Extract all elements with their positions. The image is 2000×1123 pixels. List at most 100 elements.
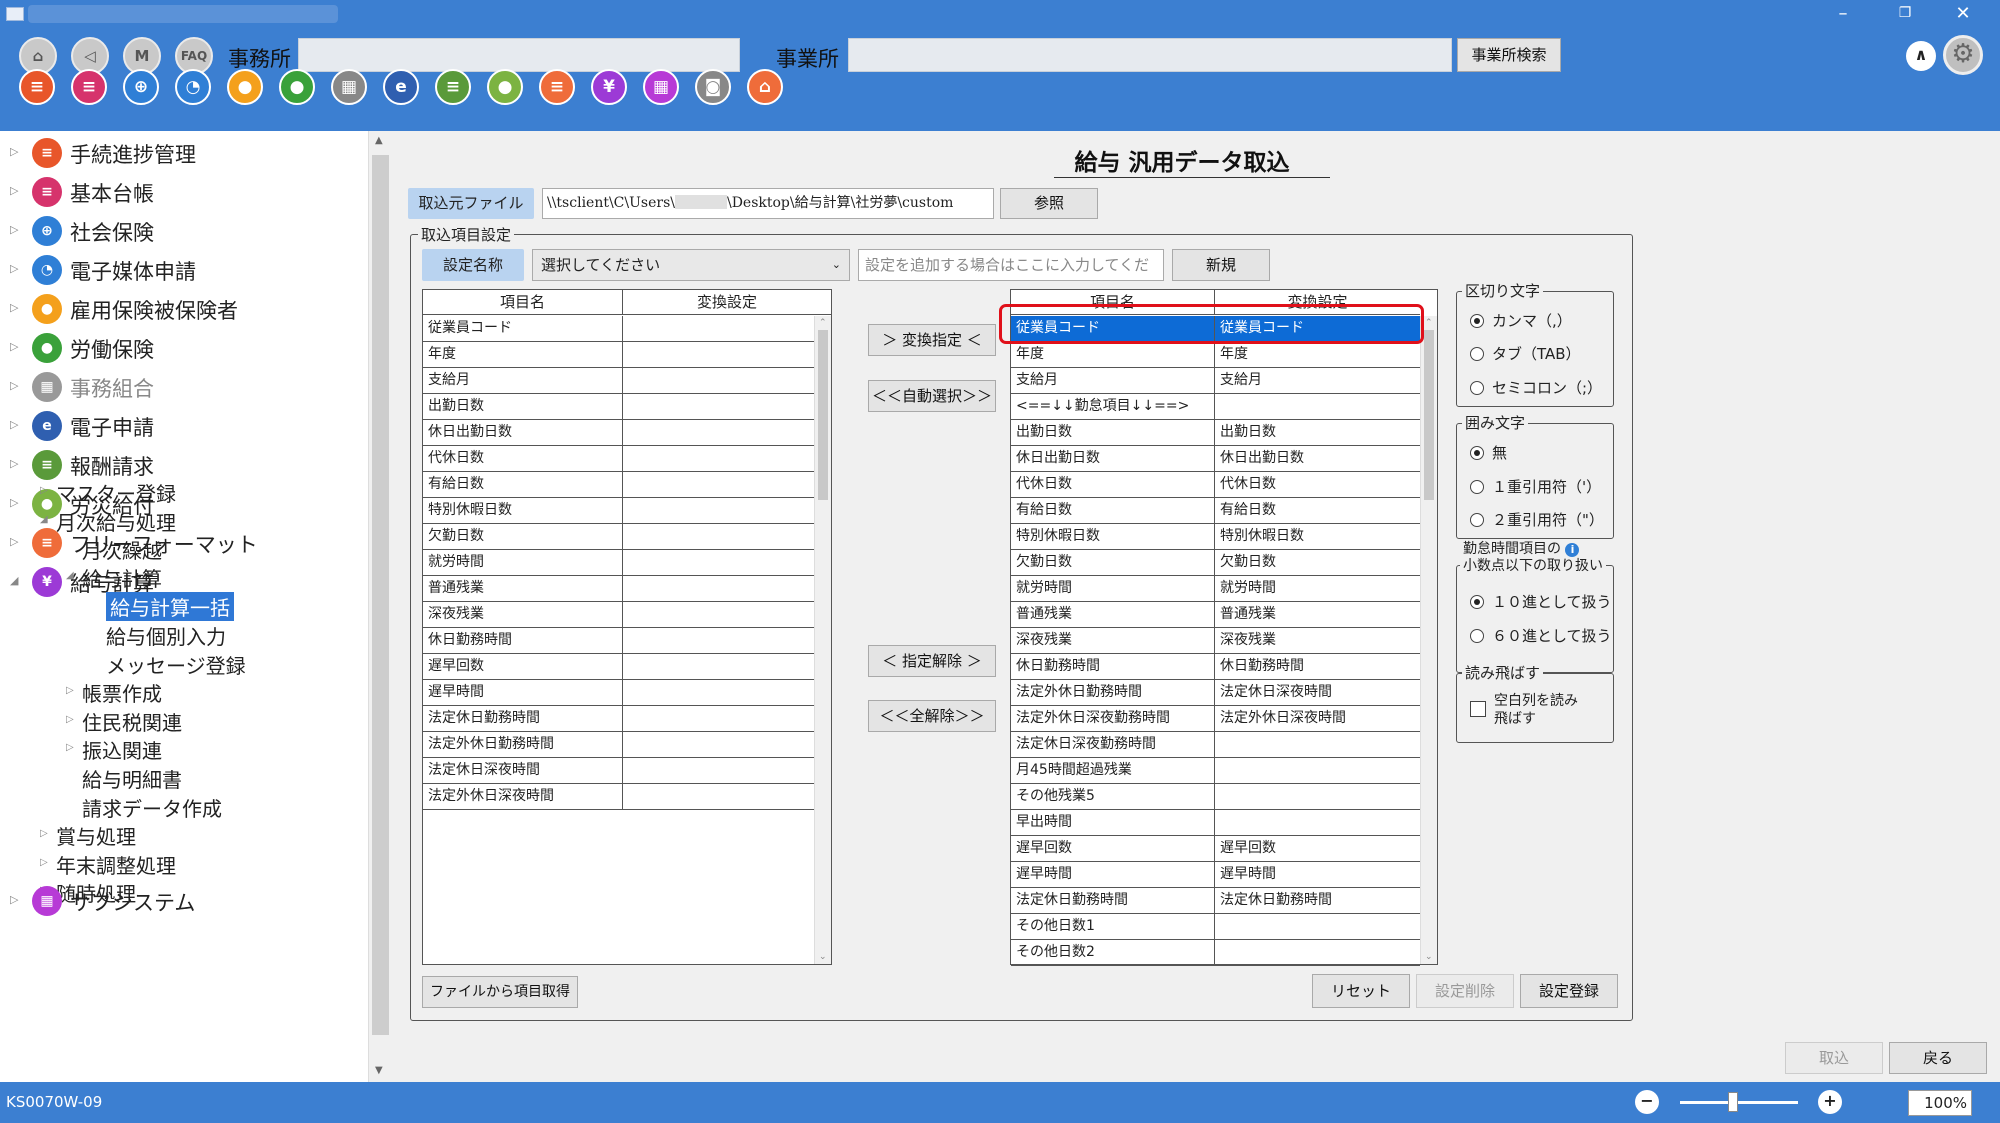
social-insurance-icon[interactable]: ⊕ bbox=[123, 69, 159, 105]
grid-row[interactable]: 休日出勤日数 休日出勤日数 bbox=[1011, 446, 1420, 472]
collapsed-arrow-icon[interactable]: ▷ bbox=[10, 262, 18, 275]
info-icon[interactable]: i bbox=[1565, 543, 1580, 557]
sidebar-subitem-2[interactable]: 月次繰越 bbox=[82, 535, 162, 564]
tree-arrow-icon[interactable]: ▷ bbox=[66, 685, 74, 696]
grid-row[interactable]: 法定外休日勤務時間 bbox=[423, 732, 831, 758]
import-button[interactable]: 取込 bbox=[1785, 1042, 1883, 1074]
release-all-button[interactable]: ＜＜全解除＞＞ bbox=[868, 700, 996, 732]
grid-row[interactable]: その他日数2 bbox=[1011, 940, 1420, 966]
grid-row[interactable]: 就労時間 就労時間 bbox=[1011, 576, 1420, 602]
sidebar-subitem-7[interactable]: 帳票作成 bbox=[82, 678, 162, 707]
grid-row[interactable]: 代休日数 bbox=[423, 446, 831, 472]
sidebar-subitem-8[interactable]: 住民税関連 bbox=[82, 707, 182, 736]
establishment-field[interactable] bbox=[848, 38, 1452, 72]
free-format-icon[interactable]: ≡ bbox=[539, 69, 575, 105]
zoom-slider-track[interactable] bbox=[1680, 1101, 1798, 1104]
grid-row[interactable]: 特別休暇日数 bbox=[423, 498, 831, 524]
employment-icon[interactable]: ● bbox=[227, 69, 263, 105]
new-setting-input[interactable]: 設定を追加する場合はここに入力してくだ bbox=[858, 249, 1164, 281]
collapsed-arrow-icon[interactable]: ▷ bbox=[10, 340, 18, 353]
grid-row[interactable]: 出勤日数 bbox=[423, 394, 831, 420]
zoom-level-field[interactable]: 100% bbox=[1908, 1090, 1972, 1116]
minimize-button[interactable]: – bbox=[1820, 0, 1866, 29]
grid-row[interactable]: 法定外休日勤務時間 法定休日深夜時間 bbox=[1011, 680, 1420, 706]
grid-row[interactable]: 法定外休日深夜勤務時間 法定外休日深夜時間 bbox=[1011, 706, 1420, 732]
delimiter-radio-0[interactable]: カンマ（,） bbox=[1470, 310, 1572, 331]
grid-row[interactable]: 特別休暇日数 特別休暇日数 bbox=[1011, 524, 1420, 550]
get-items-from-file-button[interactable]: ファイルから項目取得 bbox=[422, 976, 578, 1008]
grid-header-item-name[interactable]: 項目名 bbox=[423, 290, 623, 315]
grid-row[interactable]: 有給日数 bbox=[423, 472, 831, 498]
close-button[interactable]: ✕ bbox=[1940, 0, 1986, 29]
grid-row[interactable]: 早出時間 bbox=[1011, 810, 1420, 836]
sidebar-subitem-6[interactable]: メッセージ登録 bbox=[106, 650, 246, 679]
new-setting-button[interactable]: 新規 bbox=[1172, 249, 1270, 281]
sidebar-subitem-11[interactable]: 請求データ作成 bbox=[82, 793, 222, 822]
grid-row[interactable]: 欠勤日数 欠勤日数 bbox=[1011, 550, 1420, 576]
source-file-path[interactable]: \\tsclient\C\Users\ \Desktop\給与計算\社労夢\cus… bbox=[542, 188, 994, 219]
collapsed-arrow-icon[interactable]: ▷ bbox=[10, 535, 18, 548]
collapse-icon[interactable]: ∧ bbox=[1906, 41, 1936, 71]
grid-row[interactable]: 月45時間超過残業 bbox=[1011, 758, 1420, 784]
grid-row[interactable]: 遅早時間 bbox=[423, 680, 831, 706]
grid-row[interactable]: 法定休日深夜時間 bbox=[423, 758, 831, 784]
sidebar-subitem-3[interactable]: 給与計算 bbox=[82, 563, 162, 592]
grid-row[interactable]: その他残業5 bbox=[1011, 784, 1420, 810]
media-icon[interactable]: ◔ bbox=[175, 69, 211, 105]
grid-scrollbar[interactable]: ⌃ ⌄ bbox=[814, 316, 831, 964]
camera-icon[interactable]: ◙ bbox=[695, 69, 731, 105]
grid-row[interactable]: 法定休日勤務時間 bbox=[423, 706, 831, 732]
delete-setting-button[interactable]: 設定削除 bbox=[1416, 974, 1514, 1008]
quote-radio-2[interactable]: ２重引用符（"） bbox=[1470, 509, 1604, 530]
collapsed-arrow-icon[interactable]: ▷ bbox=[10, 496, 18, 509]
grid-row[interactable]: 支給月 支給月 bbox=[1011, 368, 1420, 394]
grid-row[interactable]: 深夜残業 bbox=[423, 602, 831, 628]
sidebar-subitem-4[interactable]: 給与計算一括 bbox=[106, 592, 234, 621]
grid-row[interactable]: 休日勤務時間 bbox=[423, 628, 831, 654]
payroll-icon[interactable]: ¥ bbox=[591, 69, 627, 105]
home-icon[interactable]: ⌂ bbox=[747, 69, 783, 105]
tree-arrow-icon[interactable]: ▷ bbox=[40, 857, 48, 868]
tree-arrow-icon[interactable]: ▷ bbox=[40, 828, 48, 839]
grid-row[interactable]: 休日勤務時間 休日勤務時間 bbox=[1011, 654, 1420, 680]
release-assignment-button[interactable]: ＜ 指定解除 ＞ bbox=[868, 645, 996, 677]
sidebar-subitem-0[interactable]: マスター登録 bbox=[56, 478, 176, 507]
sidebar-subitem-9[interactable]: 振込関連 bbox=[82, 735, 162, 764]
assign-conversion-button[interactable]: ＞ 変換指定 ＜ bbox=[868, 324, 996, 356]
collapsed-arrow-icon[interactable]: ▷ bbox=[10, 457, 18, 470]
restore-button[interactable]: ❐ bbox=[1882, 0, 1928, 29]
procedure-icon[interactable]: ≡ bbox=[19, 69, 55, 105]
union-icon[interactable]: ▦ bbox=[331, 69, 367, 105]
sidebar-subitem-12[interactable]: 賞与処理 bbox=[56, 821, 136, 850]
office-field[interactable] bbox=[298, 38, 740, 72]
delimiter-radio-2[interactable]: セミコロン（;） bbox=[1470, 377, 1602, 398]
auto-select-button[interactable]: ＜＜自動選択＞＞ bbox=[868, 380, 996, 412]
grid-row[interactable]: その他日数1 bbox=[1011, 914, 1420, 940]
quote-radio-0[interactable]: 無 bbox=[1470, 442, 1507, 463]
decimal-radio-0[interactable]: １０進として扱う bbox=[1470, 591, 1612, 612]
grid-row[interactable]: 法定外休日深夜時間 bbox=[423, 784, 831, 810]
zoom-in-icon[interactable]: + bbox=[1818, 1090, 1842, 1114]
tree-arrow-icon[interactable]: ◢ bbox=[40, 514, 48, 525]
sidebar-scroll-thumb[interactable] bbox=[372, 155, 389, 1035]
grid-row[interactable]: 年度 年度 bbox=[1011, 342, 1420, 368]
grid-row[interactable]: 有給日数 有給日数 bbox=[1011, 498, 1420, 524]
tree-arrow-icon[interactable]: ◢ bbox=[66, 570, 74, 581]
grid-row[interactable]: 深夜残業 深夜残業 bbox=[1011, 628, 1420, 654]
decimal-radio-1[interactable]: ６０進として扱う bbox=[1470, 625, 1612, 646]
collapsed-arrow-icon[interactable]: ▷ bbox=[10, 379, 18, 392]
accident-icon[interactable]: ● bbox=[487, 69, 523, 105]
sidebar-subitem-13[interactable]: 年末調整処理 bbox=[56, 850, 176, 879]
tree-arrow-icon[interactable]: ▷ bbox=[40, 485, 48, 496]
grid-row[interactable]: 遅早回数 遅早回数 bbox=[1011, 836, 1420, 862]
grid-row[interactable]: 法定休日深夜勤務時間 bbox=[1011, 732, 1420, 758]
grid-row[interactable]: 普通残業 普通残業 bbox=[1011, 602, 1420, 628]
collapsed-arrow-icon[interactable]: ▷ bbox=[10, 301, 18, 314]
office-search-button[interactable]: 事業所検索 bbox=[1457, 38, 1561, 72]
grid-row[interactable]: 就労時間 bbox=[423, 550, 831, 576]
settings-gear-icon[interactable]: ⚙ bbox=[1943, 35, 1983, 75]
grid-row[interactable]: 従業員コード bbox=[423, 316, 831, 342]
collapsed-arrow-icon[interactable]: ▷ bbox=[10, 893, 18, 906]
reset-button[interactable]: リセット bbox=[1312, 974, 1410, 1008]
sidebar-scrollbar[interactable]: ▲ ▼ bbox=[368, 131, 392, 1082]
